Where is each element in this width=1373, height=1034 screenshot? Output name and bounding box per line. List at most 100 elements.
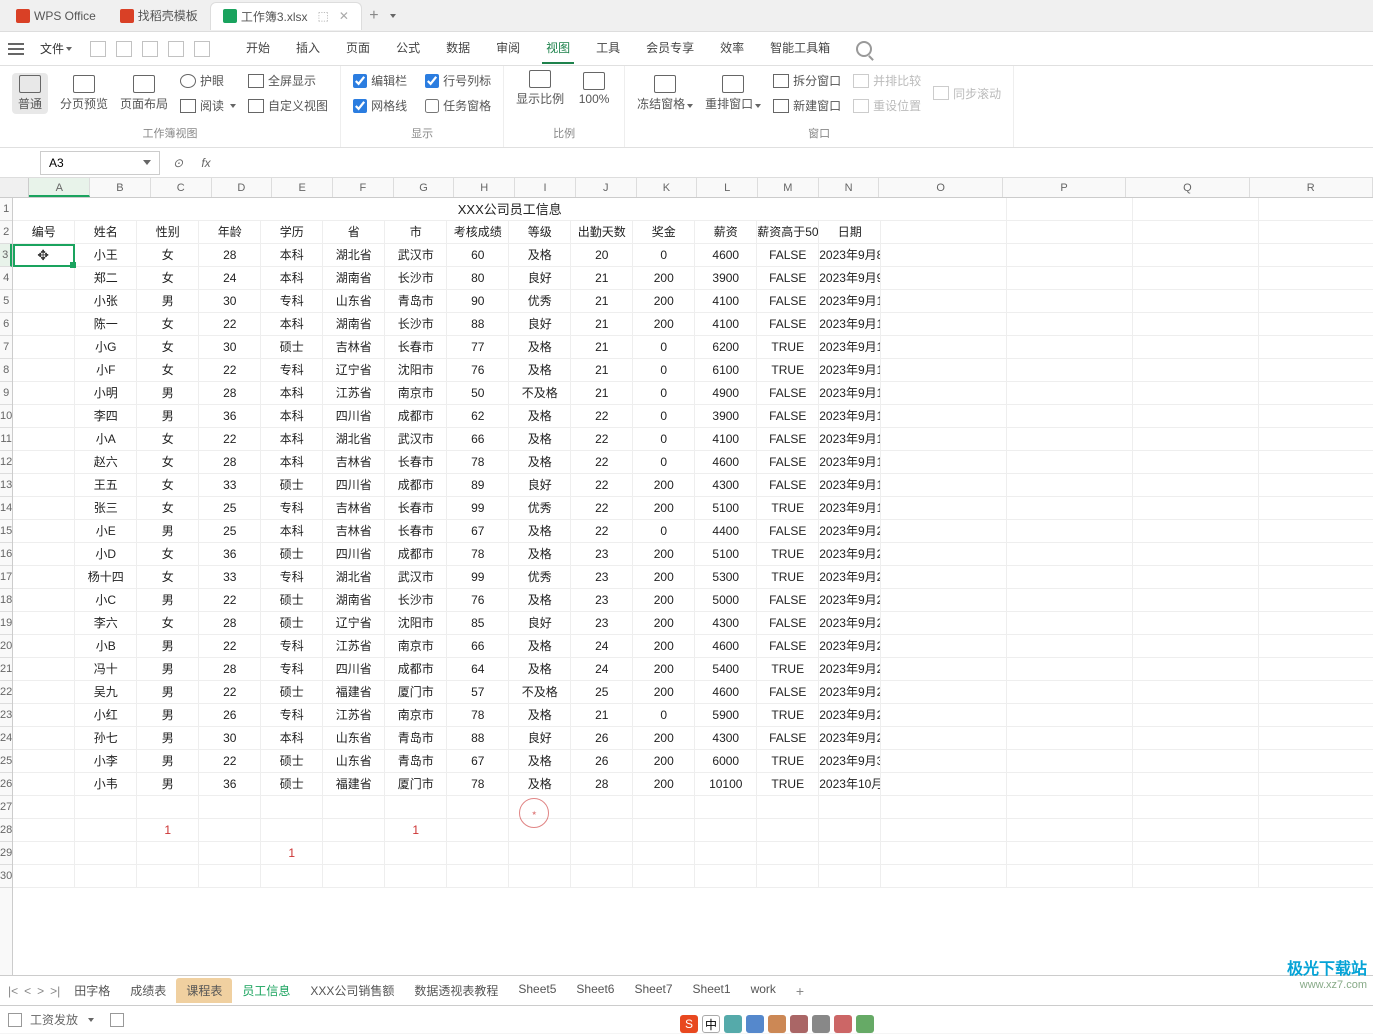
cell[interactable]: FALSE xyxy=(757,635,819,657)
cell[interactable]: 21 xyxy=(571,290,633,312)
cell[interactable]: 22 xyxy=(571,451,633,473)
chevron-down-icon[interactable] xyxy=(143,160,151,165)
cell[interactable]: 优秀 xyxy=(509,497,571,519)
menu-tab-效率[interactable]: 效率 xyxy=(716,33,748,64)
cell[interactable] xyxy=(1007,635,1133,657)
cell[interactable]: 女 xyxy=(137,336,199,358)
cell[interactable]: 男 xyxy=(137,727,199,749)
cell[interactable]: FALSE xyxy=(757,727,819,749)
cell[interactable]: 76 xyxy=(447,589,509,611)
cell[interactable]: 0 xyxy=(633,244,695,266)
cell[interactable]: 5000 xyxy=(695,589,757,611)
cell[interactable]: 日期 xyxy=(819,221,881,243)
cell[interactable]: 2023年9月18日 xyxy=(819,474,881,496)
app-tab-wps[interactable]: WPS Office xyxy=(4,2,108,30)
cell[interactable] xyxy=(1259,405,1373,427)
cell[interactable]: 及格 xyxy=(509,658,571,680)
cell[interactable] xyxy=(13,359,75,381)
cell[interactable] xyxy=(13,267,75,289)
cell[interactable] xyxy=(137,865,199,887)
cell[interactable]: 山东省 xyxy=(323,290,385,312)
cell[interactable] xyxy=(881,336,1007,358)
cell[interactable]: 湖南省 xyxy=(323,313,385,335)
status-icon[interactable] xyxy=(8,1013,22,1027)
cell[interactable]: 200 xyxy=(633,750,695,772)
cell[interactable]: 25 xyxy=(571,681,633,703)
cell[interactable]: 良好 xyxy=(509,727,571,749)
ime-icon[interactable] xyxy=(724,1015,742,1033)
cell[interactable]: 武汉市 xyxy=(385,566,447,588)
cell[interactable]: 200 xyxy=(633,612,695,634)
cell[interactable] xyxy=(13,750,75,772)
cell[interactable] xyxy=(1133,819,1259,841)
row-header[interactable]: 17 xyxy=(0,566,12,589)
cell[interactable] xyxy=(881,865,1007,887)
row-header[interactable]: 13 xyxy=(0,474,12,497)
cell[interactable] xyxy=(1259,819,1373,841)
cell[interactable] xyxy=(261,796,323,818)
cell[interactable]: 200 xyxy=(633,727,695,749)
cell[interactable] xyxy=(13,474,75,496)
cell[interactable]: 孙七 xyxy=(75,727,137,749)
cell[interactable]: 良好 xyxy=(509,267,571,289)
row-header[interactable]: 14 xyxy=(0,497,12,520)
cell[interactable]: FALSE xyxy=(757,681,819,703)
cell[interactable]: 辽宁省 xyxy=(323,612,385,634)
cell[interactable] xyxy=(881,267,1007,289)
eye-protect-button[interactable]: 护眼 xyxy=(180,70,236,91)
cell[interactable] xyxy=(1007,474,1133,496)
cell[interactable]: 85 xyxy=(447,612,509,634)
cell[interactable]: 0 xyxy=(633,428,695,450)
cell[interactable] xyxy=(75,796,137,818)
cell[interactable]: 青岛市 xyxy=(385,290,447,312)
cell[interactable]: 辽宁省 xyxy=(323,359,385,381)
search-icon[interactable] xyxy=(856,41,872,57)
cell[interactable] xyxy=(1007,543,1133,565)
cell[interactable] xyxy=(1259,244,1373,266)
row-header[interactable]: 7 xyxy=(0,336,12,359)
cell[interactable]: 5100 xyxy=(695,497,757,519)
cell[interactable]: FALSE xyxy=(757,382,819,404)
cell[interactable]: FALSE xyxy=(757,589,819,611)
cell[interactable] xyxy=(881,842,1007,864)
chevron-down-icon[interactable] xyxy=(88,1018,94,1022)
cell[interactable]: 冯十 xyxy=(75,658,137,680)
cell[interactable] xyxy=(199,842,261,864)
zoom-button[interactable]: 显示比例 xyxy=(516,70,564,107)
cell[interactable]: 4600 xyxy=(695,244,757,266)
cell[interactable]: 硕士 xyxy=(261,336,323,358)
cell[interactable] xyxy=(13,313,75,335)
menu-tab-工具[interactable]: 工具 xyxy=(592,33,624,64)
column-header[interactable]: P xyxy=(1003,178,1126,197)
row-header[interactable]: 10 xyxy=(0,405,12,428)
cell[interactable] xyxy=(1259,704,1373,726)
cell[interactable]: FALSE xyxy=(757,244,819,266)
sheet-nav-prev[interactable]: < xyxy=(24,984,31,998)
sheet-tab[interactable]: Sheet1 xyxy=(683,978,741,1003)
cell[interactable] xyxy=(1007,612,1133,634)
cell[interactable]: 成都市 xyxy=(385,543,447,565)
cell[interactable]: 4100 xyxy=(695,290,757,312)
cell[interactable] xyxy=(385,796,447,818)
cell[interactable]: 2023年9月16日 xyxy=(819,428,881,450)
cell[interactable]: 26 xyxy=(571,727,633,749)
cell[interactable] xyxy=(881,313,1007,335)
cell[interactable] xyxy=(1259,290,1373,312)
cell[interactable] xyxy=(1007,198,1133,220)
cell[interactable]: 20 xyxy=(571,244,633,266)
cell[interactable]: 2023年9月21日 xyxy=(819,543,881,565)
cell[interactable]: 四川省 xyxy=(323,658,385,680)
cell[interactable] xyxy=(1259,497,1373,519)
cell[interactable]: 4300 xyxy=(695,474,757,496)
cell[interactable] xyxy=(1133,474,1259,496)
select-all-corner[interactable] xyxy=(0,178,29,197)
cell[interactable] xyxy=(1007,589,1133,611)
cell[interactable]: 2023年9月27日 xyxy=(819,681,881,703)
sheet-tab[interactable]: 员工信息 xyxy=(232,978,300,1003)
headings-checkbox[interactable]: 行号列标 xyxy=(425,70,491,91)
row-header[interactable]: 8 xyxy=(0,359,12,382)
cell[interactable]: 66 xyxy=(447,635,509,657)
cell[interactable]: 吉林省 xyxy=(323,520,385,542)
cell[interactable]: 小王 xyxy=(75,244,137,266)
sheet-tab[interactable]: XXX公司销售额 xyxy=(300,978,404,1003)
